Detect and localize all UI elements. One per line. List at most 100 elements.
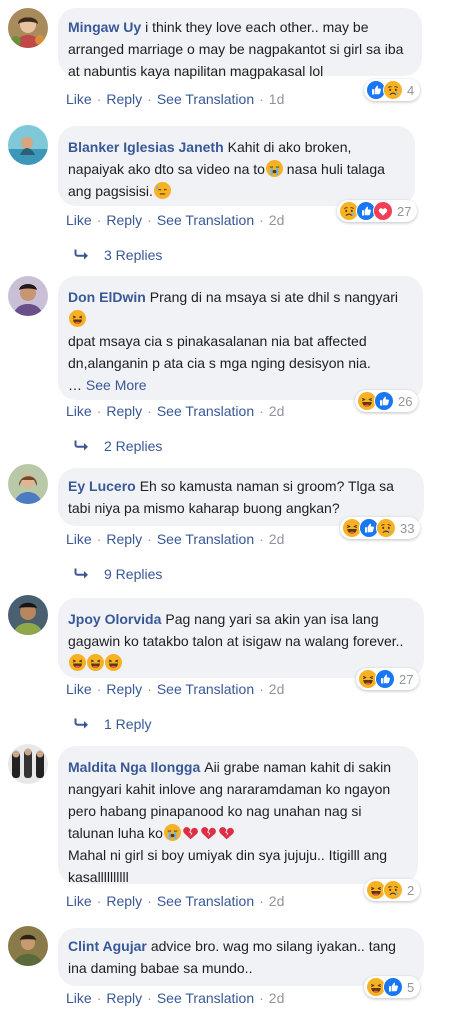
comment: Blanker Iglesias Janeth Kahit di ako brok… — [0, 120, 454, 270]
replies-count: 3 Replies — [104, 247, 163, 263]
comment-actions: Like · Reply · See Translation · 2d — [66, 402, 284, 420]
comment-author[interactable]: Clint Agujar — [68, 938, 147, 954]
replies-count: 2 Replies — [104, 438, 163, 454]
like-link[interactable]: Like — [66, 893, 92, 909]
comment-timestamp[interactable]: 2d — [269, 990, 285, 1006]
separator: · — [96, 531, 102, 547]
like-icon — [375, 669, 395, 689]
view-replies-link[interactable]: 1 Reply — [74, 716, 151, 732]
like-link[interactable]: Like — [66, 681, 92, 697]
laughing-emoji-icon — [87, 654, 104, 671]
reply-link[interactable]: Reply — [106, 91, 142, 107]
reaction-summary[interactable]: 27 — [356, 668, 420, 690]
see-translation-link[interactable]: See Translation — [157, 990, 254, 1006]
reply-link[interactable]: Reply — [106, 403, 142, 419]
comment-bubble: Don ElDwin Prang di na msaya si ate dhil … — [58, 276, 423, 400]
comment-timestamp[interactable]: 2d — [269, 893, 285, 909]
reaction-count: 27 — [399, 671, 414, 687]
separator: · — [96, 681, 102, 697]
reply-link[interactable]: Reply — [106, 531, 142, 547]
reaction-summary[interactable]: 26 — [355, 390, 419, 412]
ellipsis: … — [68, 377, 82, 393]
like-link[interactable]: Like — [66, 212, 92, 228]
like-link[interactable]: Like — [66, 403, 92, 419]
avatar[interactable] — [8, 464, 48, 504]
avatar[interactable] — [8, 8, 48, 48]
like-link[interactable]: Like — [66, 91, 92, 107]
reply-link[interactable]: Reply — [106, 990, 142, 1006]
separator: · — [259, 893, 264, 909]
separator: · — [147, 403, 152, 419]
reply-link[interactable]: Reply — [106, 893, 142, 909]
comment-timestamp[interactable]: 1d — [269, 91, 285, 107]
see-translation-link[interactable]: See Translation — [157, 403, 254, 419]
comment-timestamp[interactable]: 2d — [269, 212, 285, 228]
separator: · — [259, 531, 264, 547]
comment-author[interactable]: Mingaw Uy — [68, 19, 141, 35]
replies-count: 1 Reply — [104, 716, 152, 732]
comment-bubble: Jpoy Olorvida Pag nang yari sa akin yan i… — [58, 598, 424, 678]
reaction-summary[interactable]: 2 — [364, 879, 421, 901]
see-translation-link[interactable]: See Translation — [157, 681, 254, 697]
see-translation-link[interactable]: See Translation — [157, 531, 254, 547]
comment-timestamp[interactable]: 2d — [269, 403, 285, 419]
reaction-count: 2 — [407, 882, 415, 898]
comment-author[interactable]: Don ElDwin — [68, 289, 146, 305]
reply-arrow-icon — [74, 440, 90, 452]
comment-bubble: Blanker Iglesias Janeth Kahit di ako brok… — [58, 126, 415, 206]
separator: · — [147, 91, 152, 107]
comment: Mingaw Uy i think they love each other.. … — [0, 0, 454, 110]
avatar[interactable] — [8, 595, 48, 635]
laughing-emoji-icon — [69, 654, 86, 671]
avatar[interactable] — [8, 926, 48, 966]
separator: · — [96, 212, 102, 228]
comment-actions: Like · Reply · See Translation · 2d — [66, 680, 284, 698]
view-replies-link[interactable]: 2 Replies — [74, 438, 162, 454]
avatar[interactable] — [8, 125, 48, 165]
view-replies-link[interactable]: 3 Replies — [74, 247, 162, 263]
avatar[interactable] — [8, 276, 48, 316]
separator: · — [259, 212, 264, 228]
reply-link[interactable]: Reply — [106, 681, 142, 697]
separator: · — [96, 893, 102, 909]
separator: · — [147, 212, 152, 228]
comment-author[interactable]: Ey Lucero — [68, 478, 136, 494]
see-translation-link[interactable]: See Translation — [157, 212, 254, 228]
comment: Jpoy Olorvida Pag nang yari sa akin yan i… — [0, 590, 454, 740]
comment-author[interactable]: Blanker Iglesias Janeth — [68, 139, 224, 155]
separator: · — [259, 403, 264, 419]
separator: · — [96, 91, 102, 107]
comment: Clint Agujar advice bro. wag mo silang iy… — [0, 918, 454, 1024]
comment-author[interactable]: Maldita Nga Ilongga — [68, 759, 200, 775]
see-translation-link[interactable]: See Translation — [157, 893, 254, 909]
separator: · — [147, 531, 152, 547]
separator: · — [96, 990, 102, 1006]
like-icon — [374, 391, 394, 411]
reaction-summary[interactable]: 27 — [337, 200, 418, 222]
sad-icon — [376, 518, 396, 538]
like-link[interactable]: Like — [66, 990, 92, 1006]
separator: · — [96, 403, 102, 419]
see-translation-link[interactable]: See Translation — [157, 91, 254, 107]
comment-author[interactable]: Jpoy Olorvida — [68, 611, 161, 627]
reaction-summary[interactable]: 5 — [364, 976, 421, 998]
reaction-count: 27 — [397, 203, 412, 219]
replies-count: 9 Replies — [104, 566, 163, 582]
like-link[interactable]: Like — [66, 531, 92, 547]
crying-emoji-icon — [266, 160, 283, 177]
comment-text-continued: Mahal ni girl si boy umiyak din sya juju… — [68, 847, 388, 885]
comment-timestamp[interactable]: 2d — [269, 531, 285, 547]
reply-link[interactable]: Reply — [106, 212, 142, 228]
broken-heart-icon — [200, 824, 217, 841]
comment: Don ElDwin Prang di na msaya si ate dhil … — [0, 270, 454, 458]
comment-actions: Like · Reply · See Translation · 2d — [66, 530, 284, 548]
reaction-summary[interactable]: 33 — [340, 517, 421, 539]
separator: · — [147, 893, 152, 909]
see-more-link[interactable]: See More — [86, 377, 147, 393]
view-replies-link[interactable]: 9 Replies — [74, 566, 162, 582]
laughing-emoji-icon — [69, 310, 86, 327]
comment-timestamp[interactable]: 2d — [269, 681, 285, 697]
avatar[interactable] — [8, 744, 48, 784]
reaction-summary[interactable]: 4 — [364, 79, 421, 101]
reaction-count: 4 — [407, 82, 415, 98]
